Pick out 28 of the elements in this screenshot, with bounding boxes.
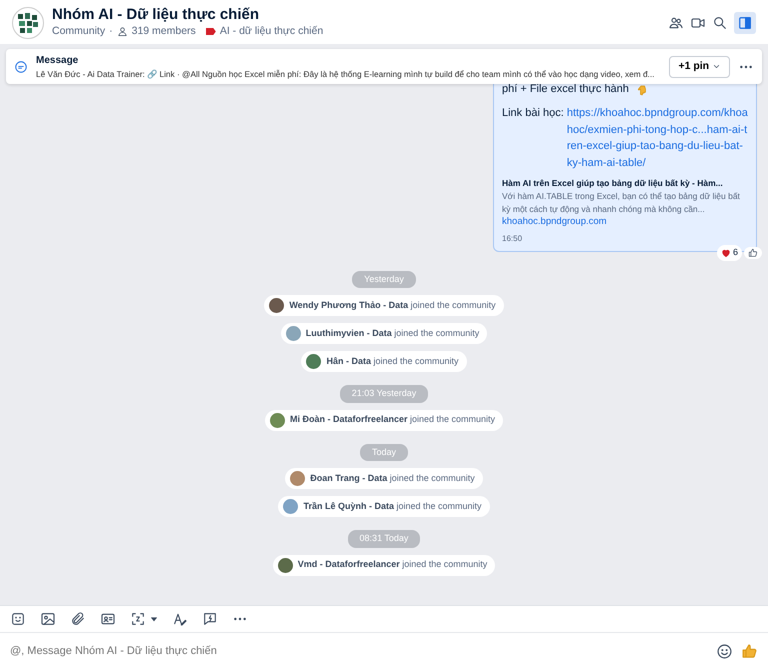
date-divider: Today bbox=[360, 444, 408, 462]
pin-count-button[interactable]: +1 pin bbox=[669, 56, 730, 78]
preview-description: Với hàm AI.TABLE trong Excel, bạn có thể tạo bảng dữ liệu bất kỳ một cách tự động và nhanh chóng mà không cần... bbox=[502, 190, 741, 216]
message-link[interactable]: https://khoahoc.bpndgroup.com/khoahoc/exmien-phi-tong-hop-c...ham-ai-tren-excel-giup-tao-bang-du-lieu-bat-ky-ham-ai-table/ bbox=[566, 105, 748, 172]
date-divider: 08:31 Today bbox=[348, 530, 420, 548]
link-label: Link bài học: bbox=[502, 106, 565, 122]
join-notice-text: Mi Đoàn - Dataforfreelancer joined the community bbox=[290, 413, 496, 426]
pinned-message-text[interactable]: Lê Văn Đức - Ai Data Trainer: 🔗 Link · @All Nguồn học Excel miễn phí: Đây là hệ thống E-learning mình tự build để cho team mình có thể vào học dạng video, xem đ... bbox=[36, 68, 662, 80]
join-notice-text: Hân - Data joined the community bbox=[326, 354, 459, 368]
pinned-label: Message bbox=[36, 54, 80, 68]
member-count[interactable]: 319 members bbox=[132, 24, 196, 40]
date-divider: Yesterday bbox=[352, 270, 416, 288]
group-title: Nhóm AI - Dữ liệu thực chiến bbox=[52, 6, 260, 24]
join-notice-text: Trần Lê Quỳnh - Data joined the community bbox=[303, 500, 482, 513]
message-time: 16:50 bbox=[502, 232, 524, 245]
join-notice-text: Wendy Phương Thảo - Data joined the community bbox=[289, 298, 496, 312]
preview-domain[interactable]: khoahoc.bpndgroup.com bbox=[502, 215, 748, 230]
separator-dot: · bbox=[109, 24, 113, 39]
join-notice-text: Luuthimyvien - Data joined the community bbox=[306, 326, 480, 340]
preview-title[interactable]: Hàm AI trên Excel giúp tạo bảng dữ liệu bất kỳ - Hàm... bbox=[502, 177, 748, 190]
join-notice-text: Đoan Trang - Data joined the community bbox=[310, 472, 475, 485]
reaction-pill[interactable]: 6 bbox=[716, 245, 742, 261]
topic-label[interactable]: AI - dữ liệu thực chiến bbox=[220, 24, 324, 40]
reaction-count: 6 bbox=[732, 246, 738, 260]
message-text: phí + File excel thực hành bbox=[502, 82, 630, 98]
date-divider: 21:03 Yesterday bbox=[340, 385, 428, 403]
join-notice-text: Vmd - Dataforfreelancer joined the community bbox=[298, 558, 488, 572]
group-type: Community bbox=[52, 24, 106, 39]
